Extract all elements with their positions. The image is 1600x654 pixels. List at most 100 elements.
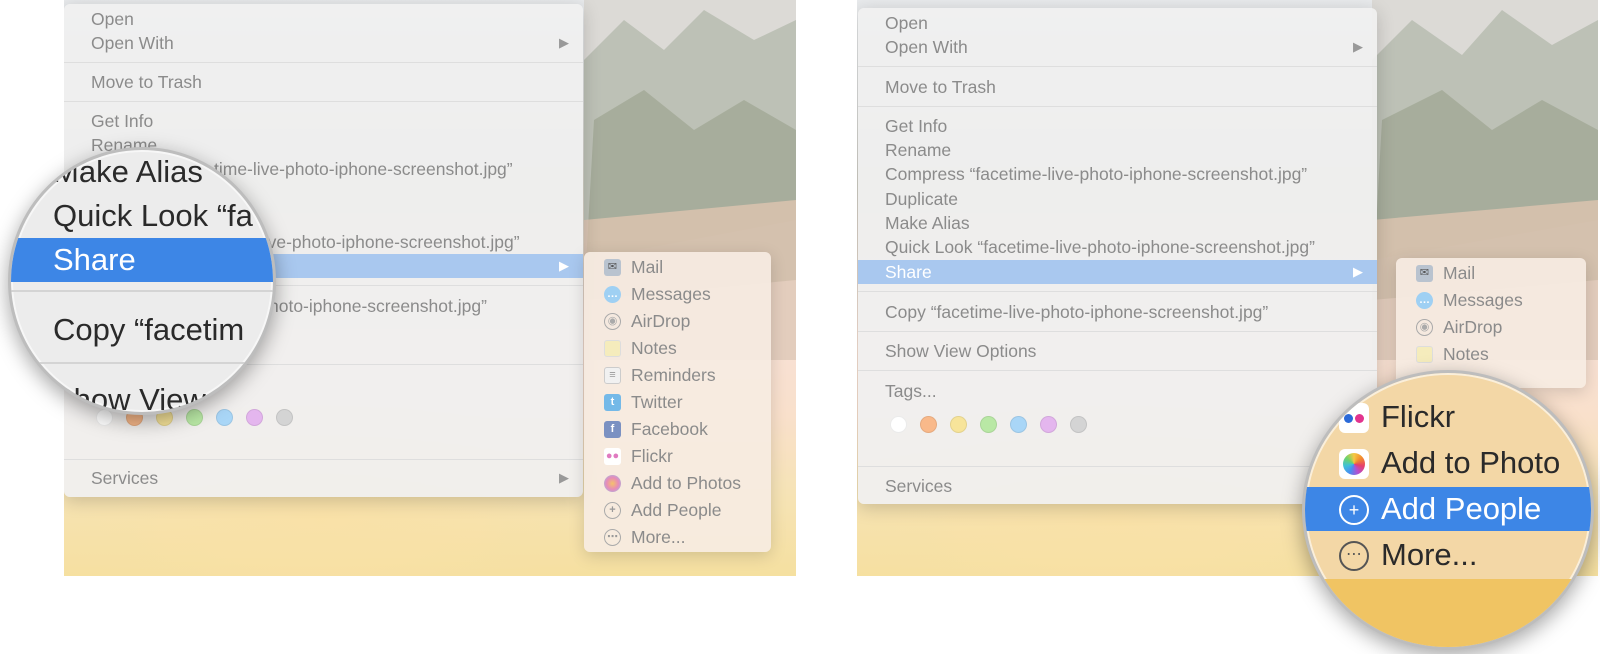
menu-item-open[interactable]: Open [64,7,583,31]
messages-icon: … [1416,292,1433,309]
share-item-label: Twitter [631,392,683,412]
share-item-flickr[interactable]: ●● Flickr [584,443,771,470]
magnified-wallpaper [1305,579,1591,647]
magnified-label: Make Alias [53,154,203,189]
airdrop-icon: ◉ [604,313,621,330]
magnified-menu-item: Make Alias [11,152,273,192]
share-item-more[interactable]: ⋯ More... [584,524,771,551]
menu-item-label: Rename [885,140,952,160]
menu-item-get-info[interactable]: Get Info [64,109,583,133]
share-item-label: AirDrop [1443,317,1503,337]
share-item-label: Facebook [631,419,708,439]
flickr-icon [1339,403,1369,433]
magnified-label: Show View [53,382,206,415]
tag-color-row [890,416,1087,433]
tag-color-yellow[interactable] [950,416,967,433]
menu-item-move-to-trash[interactable]: Move to Trash [858,75,1377,99]
magnified-menu-item: Quick Look “fa [11,196,273,236]
menu-item-copy[interactable]: Copy “facetime-live-photo-iphone-screens… [858,300,1377,324]
menu-item-label: Duplicate [885,189,958,209]
menu-separator [858,291,1377,292]
menu-item-duplicate[interactable]: Duplicate [858,187,1377,211]
menu-separator [858,66,1377,67]
magnified-label: Add to Photo [1381,445,1561,480]
share-item-notes[interactable]: Notes [1396,341,1586,368]
menu-item-show-view-options[interactable]: Show View Options [858,339,1377,363]
menu-item-open-with[interactable]: Open With ▶ [858,35,1377,59]
tag-color-green[interactable] [980,416,997,433]
share-item-add-people[interactable]: + Add People [584,497,771,524]
menu-item-get-info[interactable]: Get Info [858,114,1377,138]
menu-item-label: hoto-iphone-screenshot.jpg” [269,296,487,316]
menu-item-label: -live-photo-iphone-screenshot.jpg” [254,232,520,252]
menu-item-label: Quick Look “facetime-live-photo-iphone-s… [885,237,1315,257]
menu-item-quick-look[interactable]: Quick Look “facetime-live-photo-iphone-s… [858,235,1377,259]
share-item-label: Flickr [631,446,673,466]
menu-item-rename[interactable]: Rename [858,138,1377,162]
menu-item-compress[interactable]: Compress “facetime-live-photo-iphone-scr… [858,162,1377,186]
share-item-label: Add to Photos [631,473,741,493]
menu-item-make-alias[interactable]: Make Alias [858,211,1377,235]
magnified-share-item-flickr: Flickr [1305,395,1591,439]
menu-item-services[interactable]: Services ▶ [64,466,583,490]
menu-item-label: Open [91,9,134,29]
share-item-label: Add People [631,500,722,520]
share-item-notes[interactable]: Notes [584,335,771,362]
menu-item-label: Share [885,262,932,282]
menu-separator [858,106,1377,107]
share-item-label: Messages [1443,290,1523,310]
share-item-label: More... [631,527,686,547]
magnified-menu-item: Copy “facetim [11,308,273,352]
mail-icon: ✉ [604,259,621,276]
share-item-mail[interactable]: ✉ Mail [1396,260,1586,287]
magnified-menu-item-share: Share [11,238,273,282]
tag-color-none[interactable] [890,416,907,433]
tag-color-orange[interactable] [920,416,937,433]
share-item-airdrop[interactable]: ◉ AirDrop [1396,314,1586,341]
tag-color-gray[interactable] [276,409,293,426]
mail-icon: ✉ [1416,265,1433,282]
twitter-icon: t [604,394,621,411]
share-item-facebook[interactable]: f Facebook [584,416,771,443]
share-item-label: Mail [1443,263,1476,283]
magnified-label: More... [1381,537,1478,572]
submenu-arrow-icon: ▶ [1353,264,1363,279]
share-item-twitter[interactable]: t Twitter [584,389,771,416]
tag-color-blue[interactable] [1010,416,1027,433]
menu-separator [858,370,1377,371]
messages-icon: … [604,286,621,303]
share-item-reminders[interactable]: ≡ Reminders [584,362,771,389]
magnified-menu-item: Show View [11,378,273,415]
context-menu: Open Open With ▶ Move to Trash Get Info R… [858,8,1377,504]
share-item-label: Notes [631,338,677,358]
menu-item-label: Services [91,468,159,488]
share-item-label: Notes [1443,344,1489,364]
magnified-share-item-add-people: + Add People [1305,487,1591,531]
menu-item-open-with[interactable]: Open With ▶ [64,31,583,55]
menu-item-label: Open [885,13,928,33]
share-submenu: ✉ Mail … Messages ◉ AirDrop Notes [1396,258,1586,388]
menu-item-label: Open With [91,33,174,53]
menu-item-label: Move to Trash [885,77,996,97]
menu-item-share[interactable]: Share ▶ [858,260,1377,284]
menu-item-move-to-trash[interactable]: Move to Trash [64,70,583,94]
share-item-airdrop[interactable]: ◉ AirDrop [584,308,771,335]
menu-separator [64,62,583,63]
airdrop-icon: ◉ [1416,319,1433,336]
magnifier-lens-right: Flickr Add to Photo + Add People ⋯ More.… [1302,370,1594,650]
menu-item-label: Compress “facetime-live-photo-iphone-scr… [885,164,1308,184]
share-item-add-to-photos[interactable]: Add to Photos [584,470,771,497]
notes-icon [1416,346,1433,363]
menu-item-label: Show View Options [885,341,1037,361]
share-item-mail[interactable]: ✉ Mail [584,254,771,281]
share-item-messages[interactable]: … Messages [1396,287,1586,314]
menu-item-tags[interactable]: Tags... [858,379,1377,403]
share-item-messages[interactable]: … Messages [584,281,771,308]
add-people-icon: + [1339,495,1369,525]
menu-item-services[interactable]: Services [858,474,1377,498]
tag-color-purple[interactable] [1040,416,1057,433]
menu-separator [858,466,1377,467]
menu-item-open[interactable]: Open [858,11,1377,35]
tag-color-gray[interactable] [1070,416,1087,433]
magnified-label: Add People [1381,491,1542,526]
